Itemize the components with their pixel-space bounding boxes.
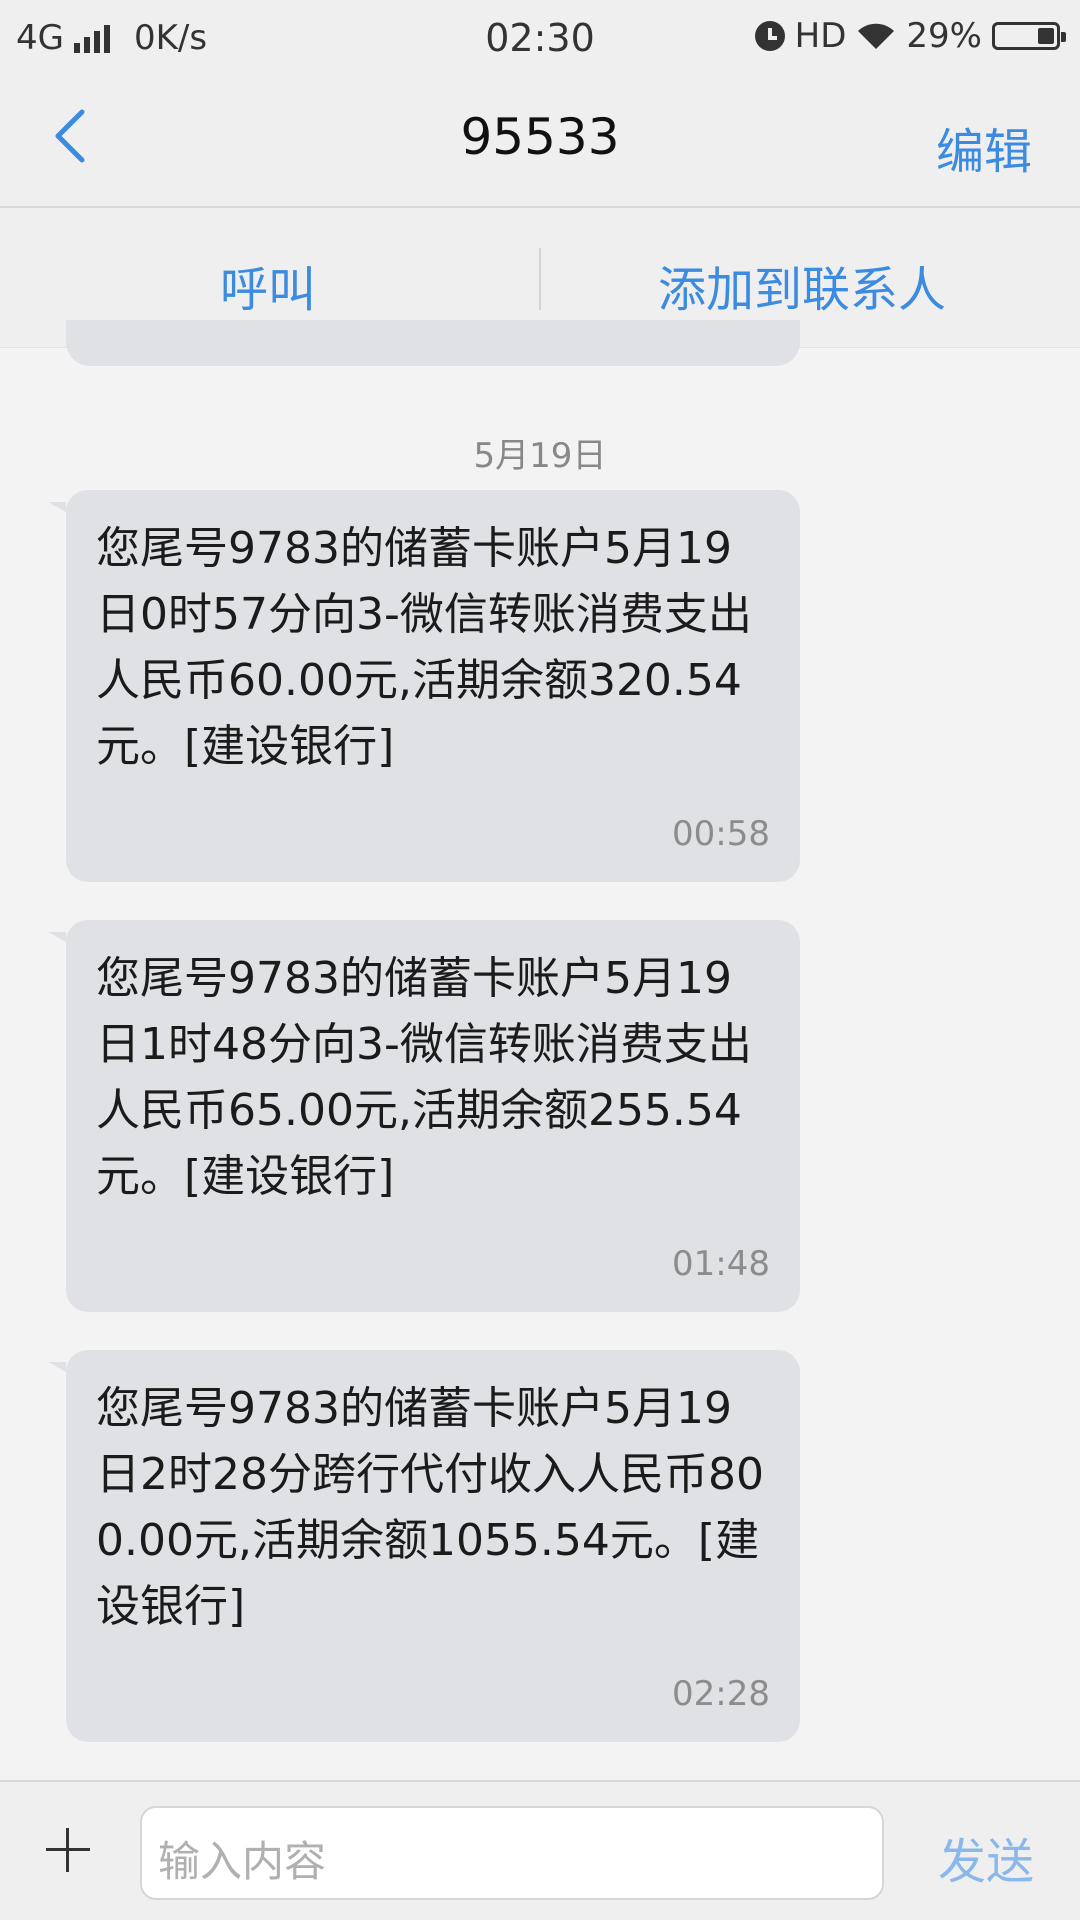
action-divider [539, 248, 541, 310]
message-input[interactable]: 输入内容 [140, 1806, 884, 1900]
contact-title: 95533 [460, 108, 620, 166]
status-bar: 4G 0K/s 02:30 HD 29% [0, 0, 1080, 76]
send-button[interactable]: 发送 [938, 1822, 1034, 1892]
call-button[interactable]: 呼叫 [220, 250, 316, 320]
message-text: 您尾号9783的储蓄卡账户5月19日2时28分跨行代付收入人民币800.00元,… [96, 1383, 764, 1632]
previous-message-bubble [66, 320, 800, 366]
hd-indicator: HD [794, 16, 847, 56]
plus-icon[interactable] [46, 1828, 90, 1872]
status-right: HD 29% [754, 16, 1066, 56]
alarm-icon [754, 21, 785, 51]
message-bubble[interactable]: 您尾号9783的储蓄卡账户5月19日2时28分跨行代付收入人民币800.00元,… [48, 1350, 800, 1742]
battery-icon [992, 22, 1066, 50]
date-divider: 5月19日 [473, 436, 607, 476]
message-time: 00:58 [672, 814, 770, 854]
composer-bar: 输入内容 发送 [0, 1780, 1080, 1920]
wifi-icon [856, 21, 896, 51]
message-text: 您尾号9783的储蓄卡账户5月19日0时57分向3-微信转账消费支出人民币60.… [96, 523, 752, 772]
conversation-header: 95533 编辑 [0, 76, 1080, 208]
message-text: 您尾号9783的储蓄卡账户5月19日1时48分向3-微信转账消费支出人民币65.… [96, 953, 752, 1202]
message-time: 01:48 [672, 1244, 770, 1284]
battery-percent: 29% [906, 16, 982, 56]
edit-button[interactable]: 编辑 [936, 112, 1032, 182]
message-time: 02:28 [672, 1674, 770, 1714]
message-bubble[interactable]: 您尾号9783的储蓄卡账户5月19日0时57分向3-微信转账消费支出人民币60.… [48, 490, 800, 882]
message-bubble[interactable]: 您尾号9783的储蓄卡账户5月19日1时48分向3-微信转账消费支出人民币65.… [48, 920, 800, 1312]
add-contact-button[interactable]: 添加到联系人 [658, 250, 946, 320]
